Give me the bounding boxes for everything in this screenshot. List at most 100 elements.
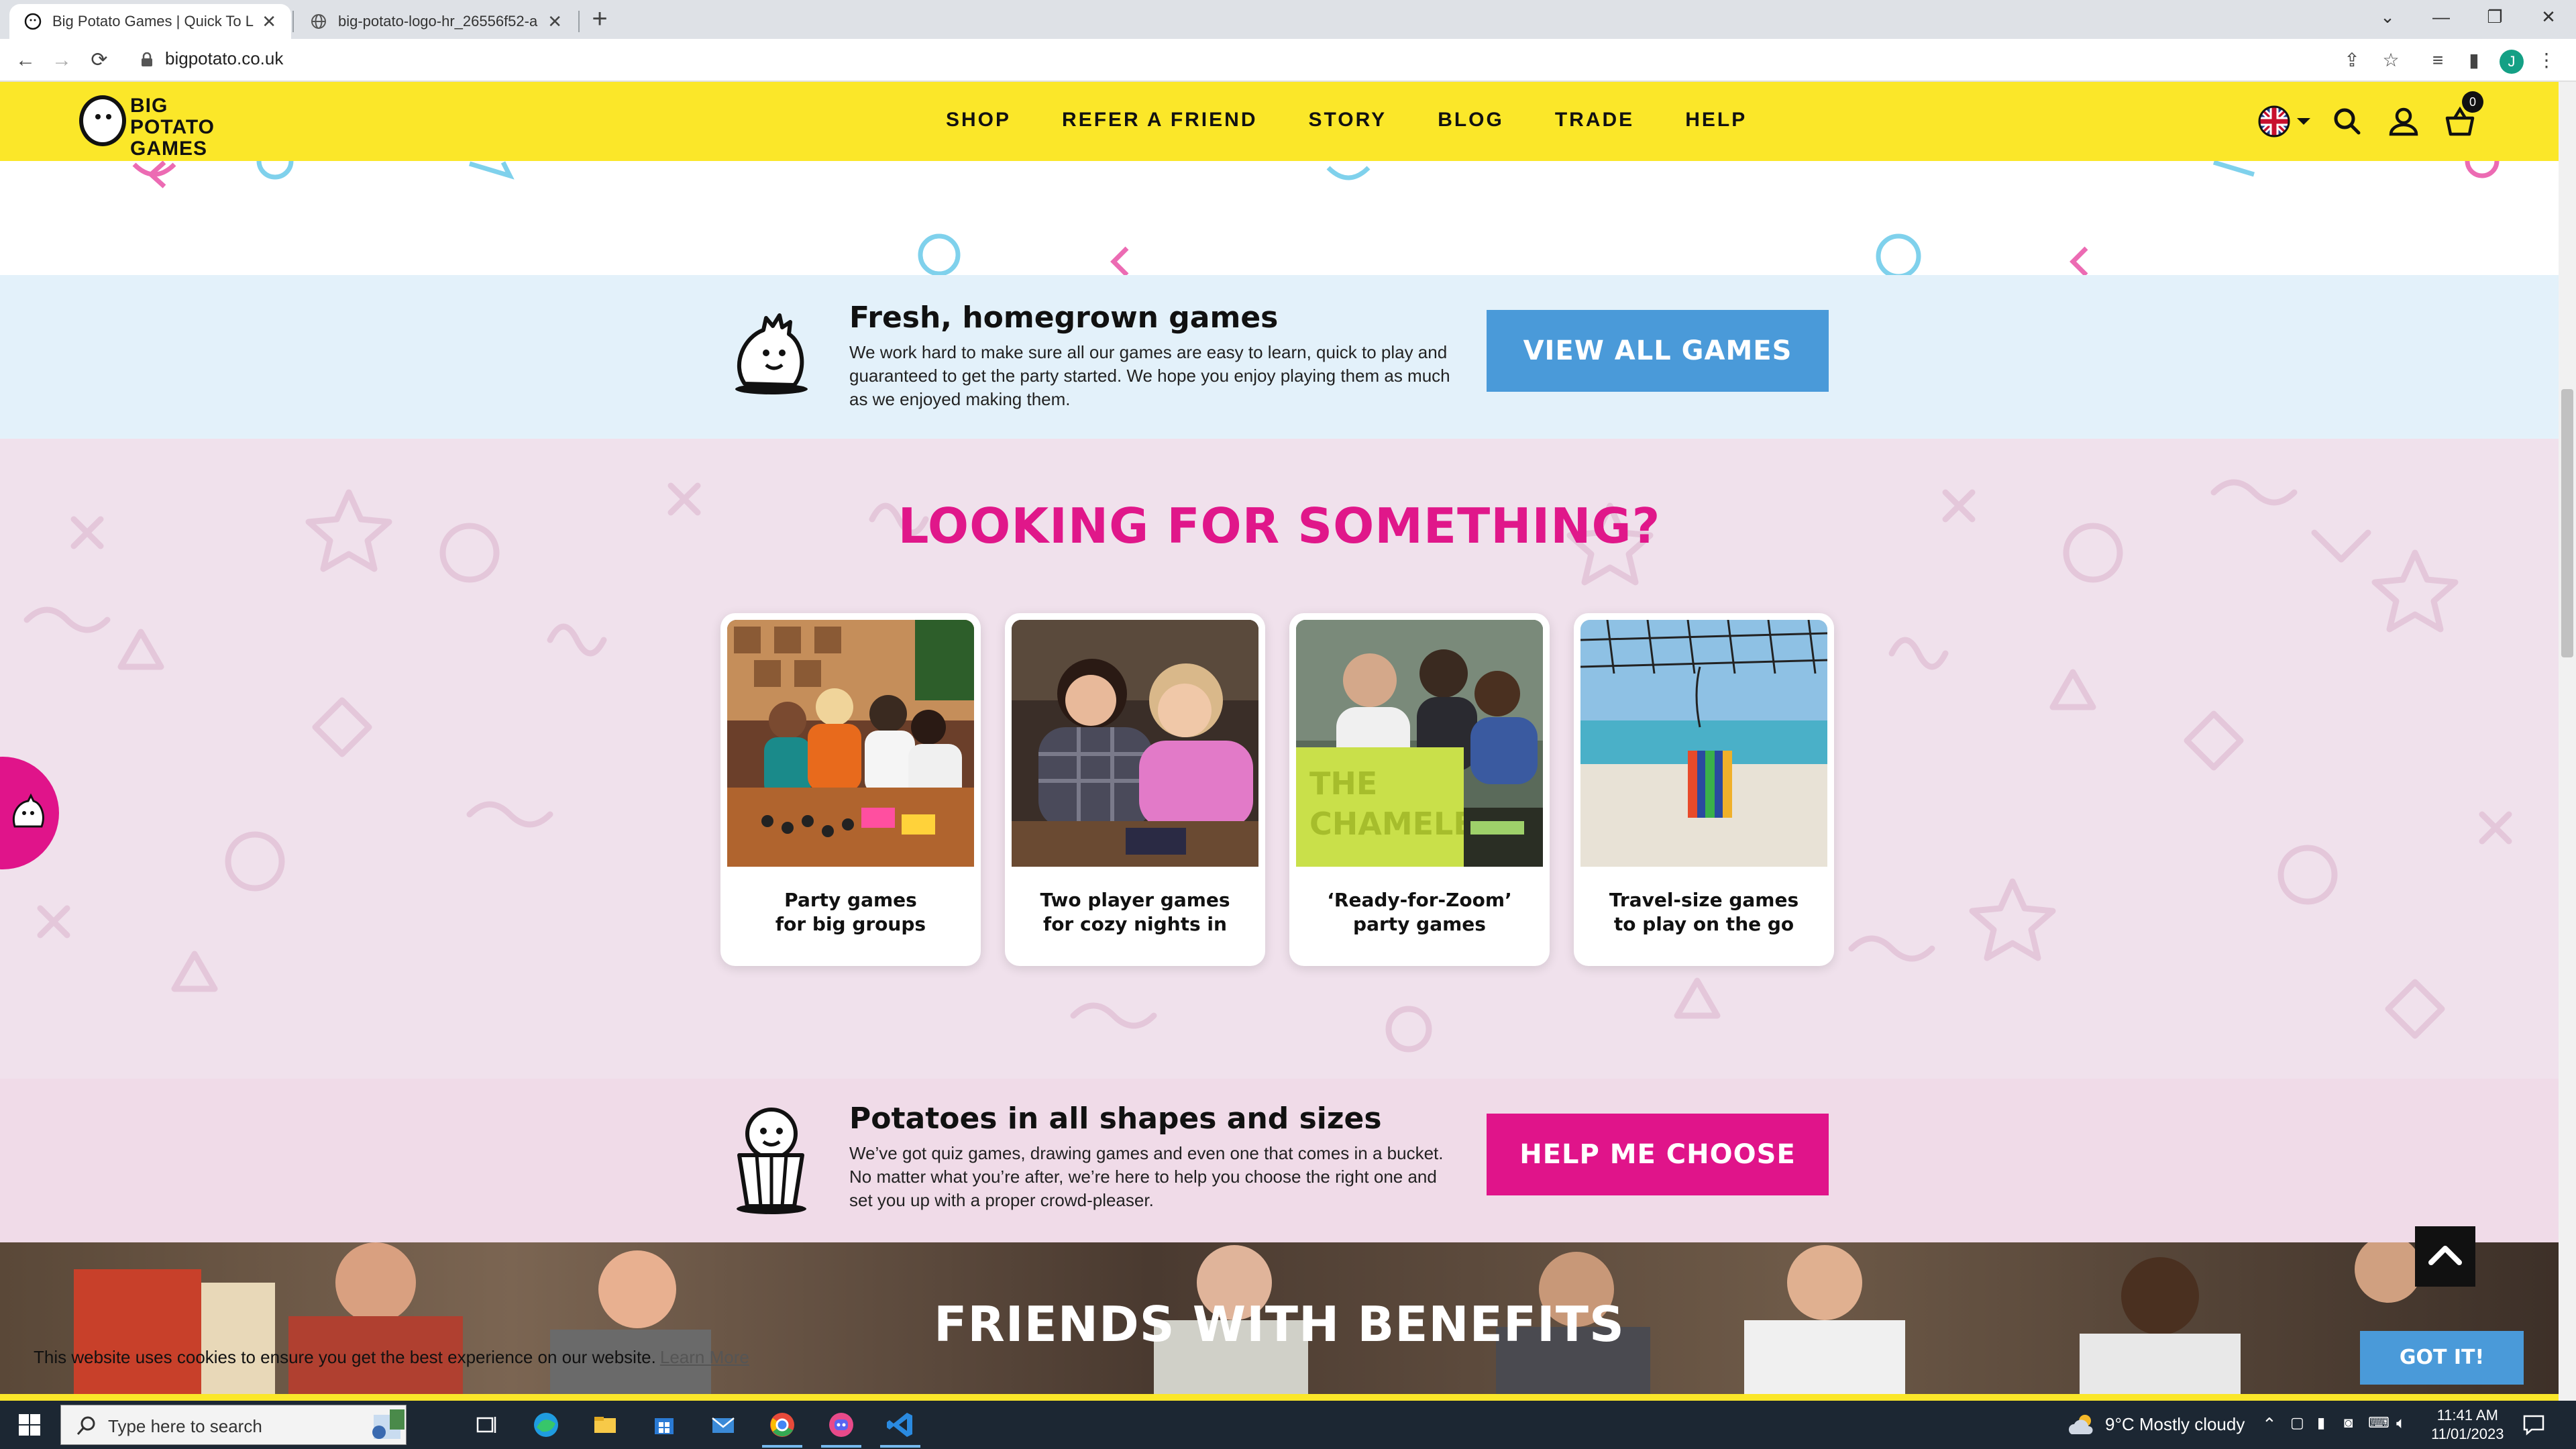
page-scrollbar-thumb[interactable] — [2561, 389, 2573, 657]
address-bar: ← → ⟳ bigpotato.co.uk ⇪ ☆ ≡ ▮ ⋮ — [0, 39, 2576, 82]
taskbar-search-box[interactable]: Type here to search — [60, 1405, 407, 1445]
vscode-active-indicator — [880, 1445, 920, 1448]
account-icon[interactable] — [2387, 105, 2420, 138]
clock-time: 11:41 AM — [2436, 1407, 2498, 1424]
tab-big-potato[interactable]: Big Potato Games | Quick To Lea ✕ — [9, 4, 291, 39]
forward-arrow-icon[interactable]: → — [47, 46, 76, 75]
bookmark-star-icon[interactable]: ☆ — [2377, 47, 2404, 74]
restore-icon[interactable]: ❐ — [2465, 0, 2525, 34]
category-card-party-games[interactable]: Party games for big groups — [720, 613, 981, 966]
menu-item-help[interactable]: HELP — [1685, 109, 1747, 131]
uk-flag-icon[interactable] — [2257, 105, 2317, 138]
reading-list-icon[interactable]: ≡ — [2424, 47, 2451, 74]
big-potato-logo-icon[interactable] — [79, 95, 126, 146]
browser-menu-icon[interactable]: ⋮ — [2533, 47, 2560, 74]
card-caption-line-1: Two player games — [1040, 889, 1230, 911]
card-caption: Travel-size games to play on the go — [1574, 888, 1834, 936]
file-explorer-icon[interactable] — [589, 1409, 621, 1441]
show-hidden-icons-chevron-icon[interactable]: ⌃ — [2262, 1414, 2277, 1435]
card-caption-line-2: for big groups — [775, 913, 926, 935]
tab-separator — [578, 11, 580, 32]
tray-app-icon[interactable]: ▢ — [2290, 1414, 2304, 1432]
task-view-icon[interactable] — [470, 1409, 502, 1441]
lock-icon[interactable] — [141, 52, 153, 67]
card-caption-line-2: to play on the go — [1613, 913, 1794, 935]
vscode-icon[interactable] — [884, 1409, 916, 1441]
chrome-icon[interactable] — [766, 1409, 798, 1441]
got-it-button[interactable]: GOT IT! — [2360, 1331, 2524, 1385]
reload-icon[interactable]: ⟳ — [85, 46, 114, 75]
back-to-top-button[interactable] — [2415, 1226, 2475, 1287]
menu-item-trade[interactable]: TRADE — [1555, 109, 1634, 131]
close-tab-icon[interactable]: ✕ — [262, 11, 276, 32]
new-tab-plus-icon[interactable]: + — [585, 4, 614, 34]
card-caption-line-1: Party games — [784, 889, 917, 911]
category-card-travel-size[interactable]: Travel-size games to play on the go — [1574, 613, 1834, 966]
volume-icon[interactable]: 🔈︎ — [2396, 1414, 2406, 1433]
back-arrow-icon[interactable]: ← — [11, 46, 40, 75]
windows-start-icon[interactable] — [19, 1414, 40, 1436]
looking-for-something-title: LOOKING FOR SOMETHING? — [898, 498, 1661, 554]
taskbar-clock[interactable]: 11:41 AM 11/01/2023 — [2431, 1406, 2504, 1444]
card-caption-line-2: for cozy nights in — [1043, 913, 1227, 935]
weather-cloud-icon[interactable] — [2066, 1411, 2096, 1438]
close-tab-icon[interactable]: ✕ — [547, 11, 562, 32]
tab-separator — [292, 11, 294, 32]
profile-avatar[interactable]: J — [2500, 50, 2524, 74]
card-caption-line-2: party games — [1353, 913, 1486, 935]
network-icon[interactable]: ⌨ — [2368, 1414, 2390, 1432]
decorative-shapes-icon — [132, 161, 2500, 275]
menu-item-blog[interactable]: BLOG — [1438, 109, 1504, 131]
menu-item-refer-a-friend[interactable]: REFER A FRIEND — [1062, 109, 1257, 131]
dino-potato-mascot-icon — [735, 313, 808, 394]
discord-icon[interactable] — [825, 1409, 857, 1441]
notifications-icon[interactable] — [2522, 1414, 2545, 1436]
search-icon[interactable] — [2330, 105, 2364, 138]
card-caption: Two player games for cozy nights in — [1005, 888, 1265, 936]
page-scrollbar[interactable] — [2559, 82, 2576, 1401]
fresh-games-title: Fresh, homegrown games — [849, 301, 1279, 335]
ready-for-zoom-photo: THE CHAMELEON — [1296, 620, 1543, 867]
card-caption-line-1: ‘Ready-for-Zoom’ — [1327, 889, 1512, 911]
share-icon[interactable]: ⇪ — [2339, 47, 2365, 74]
chevron-up-icon — [2428, 1246, 2462, 1265]
help-me-choose-button[interactable]: HELP ME CHOOSE — [1487, 1114, 1829, 1195]
side-panel-icon[interactable]: ▮ — [2461, 47, 2487, 74]
view-all-games-button[interactable]: VIEW ALL GAMES — [1487, 310, 1829, 392]
edge-browser-icon[interactable] — [530, 1409, 562, 1441]
menu-item-shop[interactable]: SHOP — [946, 109, 1011, 131]
logo-line-2: GAMES — [130, 138, 208, 160]
close-window-icon[interactable]: ✕ — [2518, 0, 2576, 34]
microsoft-store-icon[interactable] — [648, 1409, 680, 1441]
cookie-message: This website uses cookies to ensure you … — [34, 1347, 749, 1368]
tray-camera-icon[interactable]: ◙ — [2344, 1414, 2353, 1432]
site-logo-text[interactable]: BIG POTATO GAMES — [130, 95, 231, 160]
logo-line-1: BIG POTATO — [130, 95, 215, 138]
globe-icon — [311, 14, 326, 29]
search-highlight-illustration-icon — [372, 1409, 405, 1439]
two-player-games-photo — [1012, 620, 1258, 867]
browser-tab-bar: Big Potato Games | Quick To Lea ✕ big-po… — [0, 0, 2576, 39]
tab-logo-image[interactable]: big-potato-logo-hr_26556f52-a ✕ — [295, 4, 577, 39]
minimize-icon[interactable]: — — [2411, 0, 2471, 34]
fresh-games-description: We work hard to make sure all our games … — [849, 342, 1450, 409]
card-caption: Party games for big groups — [720, 888, 981, 936]
category-card-ready-for-zoom[interactable]: THE CHAMELEON ‘Ready-for-Zoom’ party gam… — [1289, 613, 1550, 966]
potato-favicon-icon — [24, 13, 42, 30]
menu-item-story[interactable]: STORY — [1308, 109, 1387, 131]
url-input[interactable]: bigpotato.co.uk — [165, 48, 283, 69]
popcorn-potato-mascot-icon — [737, 1108, 806, 1214]
windows-taskbar: Type here to search 9°C Mostly cloudy ⌃ … — [0, 1401, 2576, 1449]
main-menu: SHOP REFER A FRIEND STORY BLOG TRADE HEL… — [946, 109, 1747, 131]
category-card-two-player-games[interactable]: Two player games for cozy nights in — [1005, 613, 1265, 966]
mail-icon[interactable] — [707, 1409, 739, 1441]
tab-search-chevron-icon[interactable]: ⌄ — [2357, 0, 2418, 34]
cart-count-badge: 0 — [2462, 91, 2483, 113]
tab-title: big-potato-logo-hr_26556f52-a — [338, 13, 538, 30]
weather-text[interactable]: 9°C Mostly cloudy — [2105, 1414, 2245, 1435]
learn-more-link[interactable]: Learn More — [660, 1347, 749, 1367]
tray-pen-icon[interactable]: ▮ — [2317, 1414, 2325, 1432]
cookie-message-text: This website uses cookies to ensure you … — [34, 1347, 656, 1367]
party-games-photo — [727, 620, 974, 867]
tab-title: Big Potato Games | Quick To Lea — [52, 13, 254, 30]
